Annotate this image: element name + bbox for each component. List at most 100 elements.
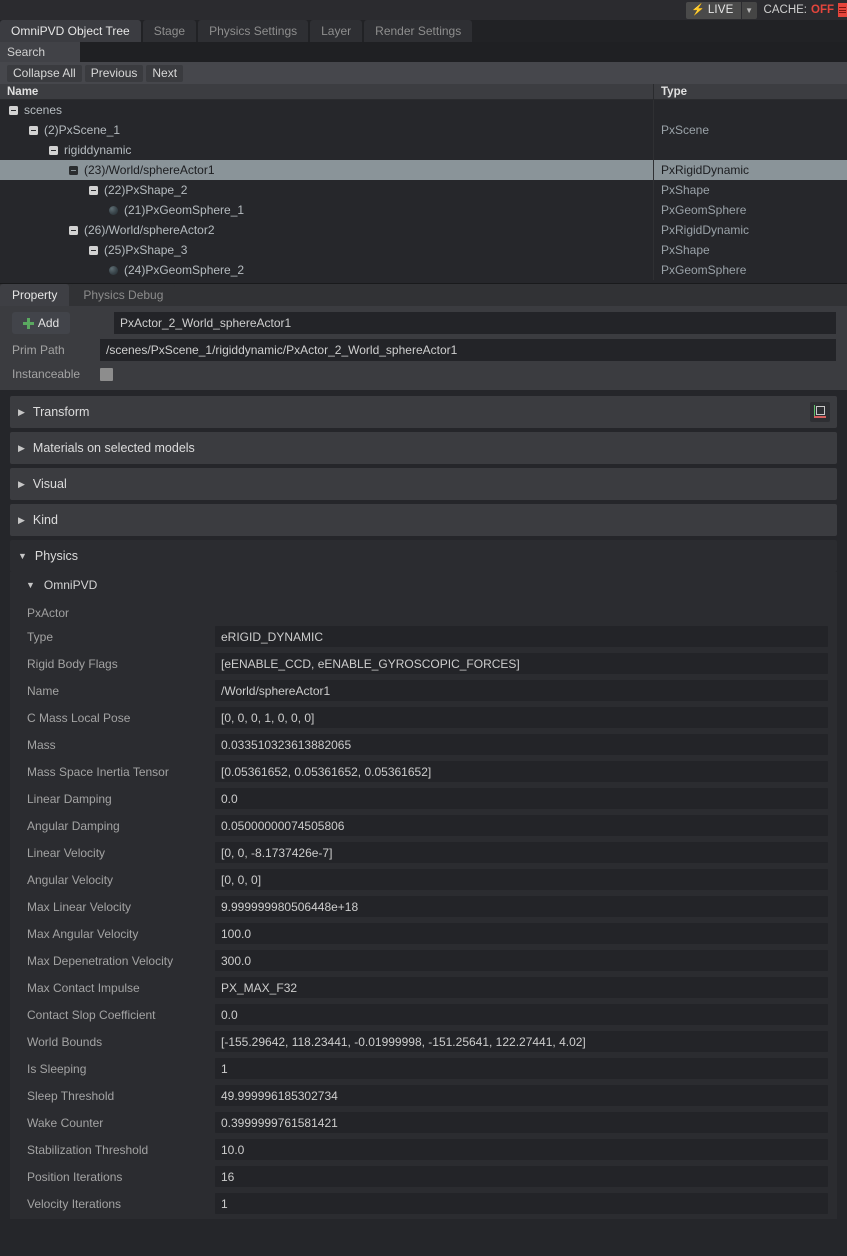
property-value[interactable]: 100.0 xyxy=(215,923,828,944)
section-transform[interactable]: ▶ Transform xyxy=(10,396,837,428)
cache-status-group[interactable]: CACHE: OFF xyxy=(764,3,847,17)
property-value[interactable]: [0, 0, -8.1737426e-7] xyxy=(215,842,828,863)
name-row: Add xyxy=(0,312,847,334)
tree-row[interactable]: (23)/World/sphereActor1 PxRigidDynamic xyxy=(0,160,847,180)
property-value[interactable]: 0.0 xyxy=(215,788,828,809)
property-value[interactable]: 10.0 xyxy=(215,1139,828,1160)
section-visual[interactable]: ▶ Visual xyxy=(10,468,837,500)
chevron-down-icon: ▼ xyxy=(26,579,35,590)
tab-layer[interactable]: Layer xyxy=(310,20,363,42)
tab-stage[interactable]: Stage xyxy=(142,20,197,42)
sphere-icon xyxy=(109,205,118,215)
tree-body: scenes (2)PxScene_1 PxScene rigiddynamic (23… xyxy=(0,100,847,280)
lightning-bolt-icon: ⚡ xyxy=(691,3,705,16)
property-value[interactable]: [eENABLE_CCD, eENABLE_GYROSCOPIC_FORCES] xyxy=(215,653,828,674)
tree-row-name-cell: (21)PxGeomSphere_1 xyxy=(0,200,654,220)
tree-row[interactable]: (2)PxScene_1 PxScene xyxy=(0,120,847,140)
property-value[interactable]: /World/sphereActor1 xyxy=(215,680,828,701)
property-value[interactable]: 49.999996185302734 xyxy=(215,1085,828,1106)
section-title: Kind xyxy=(32,513,58,527)
property-row: Name/World/sphereActor1 xyxy=(10,677,837,704)
property-value[interactable]: 0.033510323613882065 xyxy=(215,734,828,755)
property-value[interactable]: 9.999999980506448e+18 xyxy=(215,896,828,917)
pxactor-group-label: PxActor xyxy=(27,606,70,620)
property-value[interactable]: 0.0 xyxy=(215,1004,828,1025)
tree-row[interactable]: (22)PxShape_2 PxShape xyxy=(0,180,847,200)
property-row: Linear Damping 0.0 xyxy=(10,785,837,812)
tree-row[interactable]: (24)PxGeomSphere_2 PxGeomSphere xyxy=(0,260,847,280)
tree-row[interactable]: scenes xyxy=(0,100,847,120)
omnipvd-panel: ▼ OmniPVD PxActor Type eRIGID_DYNAMIC Rigi… xyxy=(10,572,837,1219)
tree-row-name-cell: (2)PxScene_1 xyxy=(0,120,654,140)
prim-path-field[interactable] xyxy=(100,339,836,361)
property-value[interactable]: 16 xyxy=(215,1166,828,1187)
property-value[interactable]: eRIGID_DYNAMIC xyxy=(215,626,828,647)
section-kind[interactable]: ▶ Kind xyxy=(10,504,837,536)
collapse-box-icon[interactable] xyxy=(9,105,18,115)
tree-row-label: (21)PxGeomSphere_1 xyxy=(124,203,245,217)
property-value[interactable]: [0, 0, 0] xyxy=(215,869,828,890)
property-value[interactable]: 1 xyxy=(215,1058,828,1079)
search-input[interactable] xyxy=(80,42,847,62)
collapse-box-icon[interactable] xyxy=(29,125,38,135)
property-row: Type eRIGID_DYNAMIC xyxy=(10,623,837,650)
property-name: Mass Space Inertia Tensor xyxy=(27,764,169,779)
tree-row[interactable]: (21)PxGeomSphere_1 PxGeomSphere xyxy=(0,200,847,220)
property-value[interactable]: 0.3999999761581421 xyxy=(215,1112,828,1133)
collapse-box-icon[interactable] xyxy=(49,145,58,155)
property-row: C Mass Local Pose [0, 0, 0, 1, 0, 0, 0] xyxy=(10,704,837,731)
property-row: World Bounds [-155.29642, 118.23441, -0.0… xyxy=(10,1028,837,1055)
previous-button[interactable]: Previous xyxy=(84,64,144,82)
property-value[interactable]: 300.0 xyxy=(215,950,828,971)
property-value[interactable]: [0, 0, 0, 1, 0, 0, 0] xyxy=(215,707,828,728)
tab-physics-settings[interactable]: Physics Settings xyxy=(198,20,309,42)
tree-row[interactable]: (26)/World/sphereActor2 PxRigidDynamic xyxy=(0,220,847,240)
section-materials-on-selected-models[interactable]: ▶ Materials on selected models xyxy=(10,432,837,464)
tree-row-type-cell: PxGeomSphere xyxy=(661,203,747,217)
property-row: Mass Space Inertia Tensor [0.05361652, 0.… xyxy=(10,758,837,785)
collapse-box-icon[interactable] xyxy=(89,245,98,255)
property-value[interactable]: 0.05000000074505806 xyxy=(215,815,828,836)
tab-omnipvd-object-tree[interactable]: OmniPVD Object Tree xyxy=(0,20,141,42)
add-button[interactable]: Add xyxy=(12,312,70,334)
omnipvd-header[interactable]: ▼ OmniPVD xyxy=(10,572,837,598)
property-value[interactable]: [0.05361652, 0.05361652, 0.05361652] xyxy=(215,761,828,782)
tree-row[interactable]: (25)PxShape_3 PxShape xyxy=(0,240,847,260)
tree-row-type-cell: PxScene xyxy=(661,123,710,137)
chevron-down-icon[interactable]: ▼ xyxy=(741,1,757,19)
property-name: C Mass Local Pose xyxy=(27,710,131,725)
section-physics[interactable]: ▼ Physics xyxy=(10,540,837,572)
property-value[interactable]: 1 xyxy=(215,1193,828,1214)
tree-row[interactable]: rigiddynamic xyxy=(0,140,847,160)
property-value[interactable]: PX_MAX_F32 xyxy=(215,977,828,998)
property-row: Max Contact Impulse PX_MAX_F32 xyxy=(10,974,837,1001)
tree-row-label: (25)PxShape_3 xyxy=(104,243,188,257)
collapse-box-icon[interactable] xyxy=(89,185,98,195)
transform-axis-icon[interactable] xyxy=(810,402,830,422)
tree-row-name-cell: (25)PxShape_3 xyxy=(0,240,654,260)
live-button[interactable]: ⚡ LIVE xyxy=(686,1,741,19)
tab-property[interactable]: Property xyxy=(0,284,70,306)
section-title: Materials on selected models xyxy=(32,441,195,455)
tree-row-type-cell: PxRigidDynamic xyxy=(661,223,750,237)
sphere-icon xyxy=(109,265,118,275)
tree-column-type: Type xyxy=(661,86,687,98)
collapse-box-icon[interactable] xyxy=(69,165,78,175)
collapse-all-button[interactable]: Collapse All xyxy=(7,64,82,82)
collapse-box-icon[interactable] xyxy=(69,225,78,235)
tree-row-label: (22)PxShape_2 xyxy=(104,183,188,197)
tree-row-name-cell: (22)PxShape_2 xyxy=(0,180,654,200)
omnipvd-title: OmniPVD xyxy=(43,578,98,592)
cache-stack-icon[interactable] xyxy=(838,3,847,17)
next-button[interactable]: Next xyxy=(146,64,184,82)
tree-row-label: (2)PxScene_1 xyxy=(44,123,121,137)
add-button-label: Add xyxy=(37,316,60,330)
tab-render-settings[interactable]: Render Settings xyxy=(364,20,473,42)
instanceable-checkbox[interactable] xyxy=(100,367,113,381)
tab-physics-debug[interactable]: Physics Debug xyxy=(71,284,176,306)
chevron-right-icon: ▶ xyxy=(18,442,25,453)
section-title: Physics xyxy=(34,549,78,563)
property-value[interactable]: [-155.29642, 118.23441, -0.01999998, -15… xyxy=(215,1031,828,1052)
property-name: Velocity Iterations xyxy=(27,1196,122,1211)
prim-name-field[interactable] xyxy=(114,312,836,334)
